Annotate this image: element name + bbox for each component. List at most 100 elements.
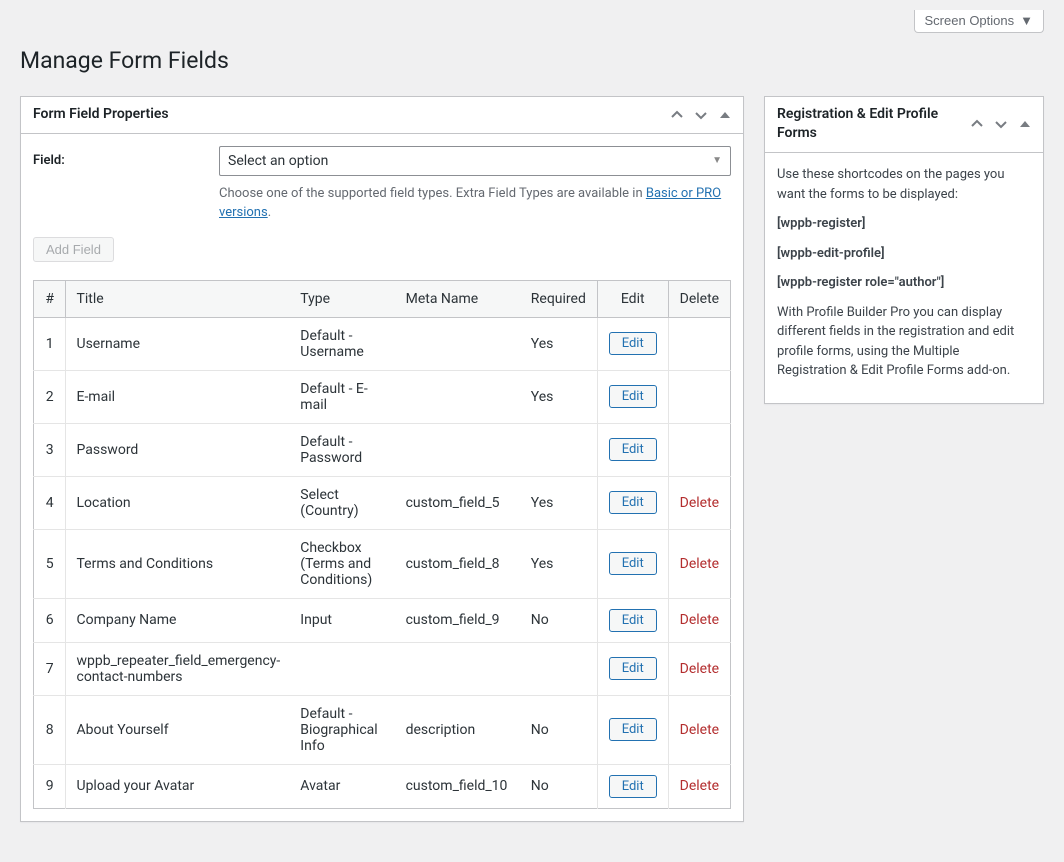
table-row: 6Company NameInputcustom_field_9No Edit De… xyxy=(34,598,731,642)
row-meta xyxy=(396,423,521,476)
row-required xyxy=(521,423,597,476)
delete-button[interactable]: Delete xyxy=(680,495,719,511)
chevron-down-icon xyxy=(993,116,1009,132)
help-text: Choose one of the supported field types.… xyxy=(219,184,731,223)
table-row: 5Terms and ConditionsCheckbox (Terms and… xyxy=(34,529,731,598)
row-title: E-mail xyxy=(66,370,290,423)
screen-options-button[interactable]: Screen Options ▼ xyxy=(914,10,1044,33)
row-required: Yes xyxy=(521,529,597,598)
row-type: Default - Biographical Info xyxy=(290,695,395,764)
edit-button[interactable]: Edit xyxy=(609,438,657,461)
edit-button[interactable]: Edit xyxy=(609,491,657,514)
row-num: 9 xyxy=(34,764,66,808)
row-required xyxy=(521,642,597,695)
row-title: Username xyxy=(66,317,290,370)
add-field-button[interactable]: Add Field xyxy=(33,237,114,262)
row-meta: custom_field_10 xyxy=(396,764,521,808)
row-required: No xyxy=(521,764,597,808)
edit-button[interactable]: Edit xyxy=(609,552,657,575)
move-down-button[interactable] xyxy=(989,106,1013,142)
move-up-button[interactable] xyxy=(965,106,989,142)
field-type-select[interactable]: Select an option ▼ xyxy=(219,146,731,176)
table-row: 4LocationSelect (Country)custom_field_5Y… xyxy=(34,476,731,529)
form-field-properties-panel: Form Field Properties xyxy=(20,96,744,822)
row-num: 8 xyxy=(34,695,66,764)
toggle-panel-button[interactable] xyxy=(1013,106,1037,142)
row-type: Checkbox (Terms and Conditions) xyxy=(290,529,395,598)
row-num: 5 xyxy=(34,529,66,598)
col-header-type: Type xyxy=(290,280,395,317)
col-header-meta: Meta Name xyxy=(396,280,521,317)
chevron-up-icon xyxy=(969,116,985,132)
row-required: No xyxy=(521,695,597,764)
caret-up-icon xyxy=(1018,117,1032,131)
col-header-title: Title xyxy=(66,280,290,317)
edit-button[interactable]: Edit xyxy=(609,609,657,632)
shortcode: [wppb-register role="author"] xyxy=(777,273,1031,293)
row-type: Avatar xyxy=(290,764,395,808)
table-row: 7wppb_repeater_field_emergency-contact-n… xyxy=(34,642,731,695)
caret-down-icon: ▼ xyxy=(712,155,722,166)
row-num: 1 xyxy=(34,317,66,370)
move-down-button[interactable] xyxy=(689,97,713,133)
row-type xyxy=(290,642,395,695)
side-intro: Use these shortcodes on the pages you wa… xyxy=(777,165,1031,204)
move-up-button[interactable] xyxy=(665,97,689,133)
fields-table: # Title Type Meta Name Required Edit Del… xyxy=(33,280,731,809)
row-type: Default - E-mail xyxy=(290,370,395,423)
row-required: Yes xyxy=(521,476,597,529)
row-meta: custom_field_9 xyxy=(396,598,521,642)
row-type: Select (Country) xyxy=(290,476,395,529)
row-type: Default - Password xyxy=(290,423,395,476)
page-title: Manage Form Fields xyxy=(20,37,1044,80)
delete-button[interactable]: Delete xyxy=(680,722,719,738)
row-meta xyxy=(396,642,521,695)
row-title: Location xyxy=(66,476,290,529)
delete-button[interactable]: Delete xyxy=(680,778,719,794)
chevron-down-icon xyxy=(693,107,709,123)
shortcode: [wppb-register] xyxy=(777,214,1031,234)
edit-button[interactable]: Edit xyxy=(609,332,657,355)
table-row: 8About YourselfDefault - Biographical In… xyxy=(34,695,731,764)
field-label: Field: xyxy=(33,146,203,168)
row-num: 6 xyxy=(34,598,66,642)
row-num: 4 xyxy=(34,476,66,529)
table-row: 9Upload your AvatarAvatarcustom_field_10… xyxy=(34,764,731,808)
edit-button[interactable]: Edit xyxy=(609,385,657,408)
caret-down-icon: ▼ xyxy=(1020,13,1033,28)
col-header-delete: Delete xyxy=(668,280,730,317)
row-title: Company Name xyxy=(66,598,290,642)
toggle-panel-button[interactable] xyxy=(713,97,737,133)
row-meta: custom_field_5 xyxy=(396,476,521,529)
delete-button[interactable]: Delete xyxy=(680,556,719,572)
row-num: 7 xyxy=(34,642,66,695)
row-title: Upload your Avatar xyxy=(66,764,290,808)
row-required: No xyxy=(521,598,597,642)
table-row: 1UsernameDefault - Username Yes Edit xyxy=(34,317,731,370)
caret-up-icon xyxy=(718,108,732,122)
screen-options-label: Screen Options xyxy=(925,13,1015,28)
shortcode: [wppb-edit-profile] xyxy=(777,244,1031,264)
delete-button[interactable]: Delete xyxy=(680,661,719,677)
row-num: 3 xyxy=(34,423,66,476)
edit-button[interactable]: Edit xyxy=(609,657,657,680)
row-meta xyxy=(396,370,521,423)
select-placeholder: Select an option xyxy=(228,153,328,169)
row-meta: custom_field_8 xyxy=(396,529,521,598)
col-header-required: Required xyxy=(521,280,597,317)
col-header-num: # xyxy=(34,280,66,317)
row-type: Input xyxy=(290,598,395,642)
row-title: Password xyxy=(66,423,290,476)
row-title: About Yourself xyxy=(66,695,290,764)
delete-button[interactable]: Delete xyxy=(680,612,719,628)
side-panel-title: Registration & Edit Profile Forms xyxy=(765,97,965,152)
edit-button[interactable]: Edit xyxy=(609,718,657,741)
row-meta: description xyxy=(396,695,521,764)
registration-forms-panel: Registration & Edit Profile Forms xyxy=(764,96,1044,404)
row-type: Default - Username xyxy=(290,317,395,370)
row-required: Yes xyxy=(521,317,597,370)
col-header-edit: Edit xyxy=(597,280,668,317)
row-meta xyxy=(396,317,521,370)
edit-button[interactable]: Edit xyxy=(609,775,657,798)
table-row: 2E-mailDefault - E-mailYesEdit xyxy=(34,370,731,423)
